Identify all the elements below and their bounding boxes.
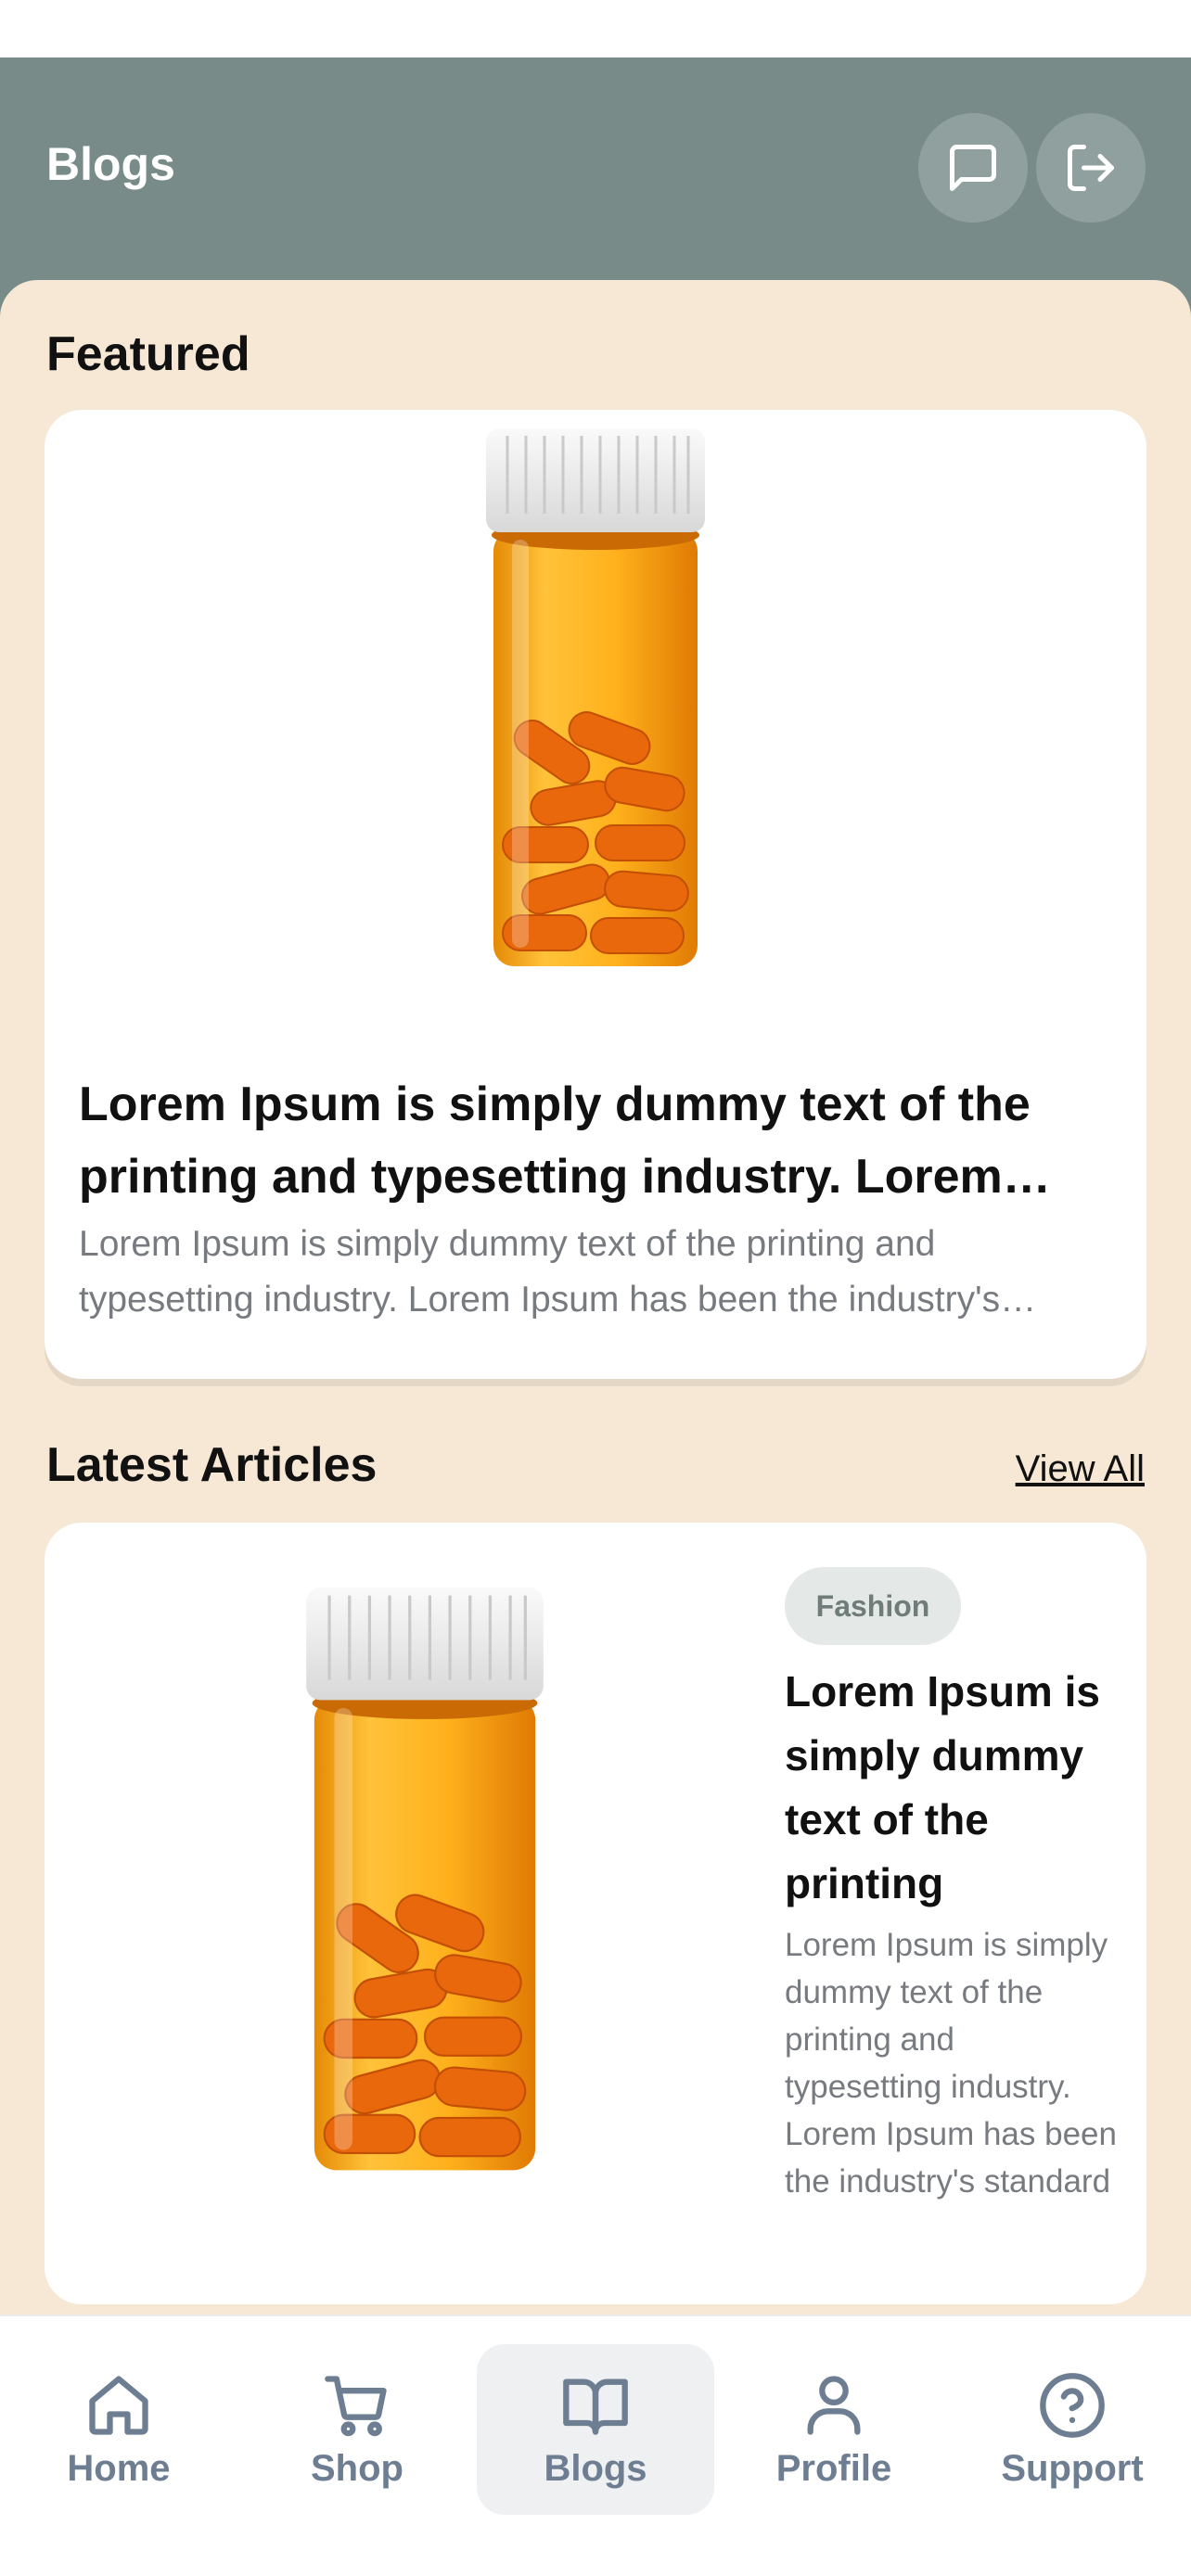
logout-button[interactable] bbox=[1036, 113, 1146, 223]
featured-card[interactable]: Lorem Ipsum is simply dummy text of the … bbox=[45, 410, 1146, 1379]
bottom-nav: Home Shop Blogs Profile Support bbox=[0, 2315, 1191, 2576]
featured-image bbox=[45, 428, 1146, 985]
chat-button[interactable] bbox=[918, 113, 1028, 223]
featured-headline: Lorem Ipsum is simply dummy text of the … bbox=[79, 1078, 1031, 1204]
user-icon bbox=[807, 2375, 861, 2435]
page-title: Blogs bbox=[46, 138, 175, 190]
pill-bottle-image bbox=[486, 428, 705, 966]
category-badge[interactable]: Fashion bbox=[785, 1567, 961, 1645]
article-card[interactable]: Fashion Lorem Ipsum is simply dummy text… bbox=[45, 1523, 1146, 2304]
article-title: Lorem Ipsum is simply dummy text of the … bbox=[785, 1667, 1100, 1907]
help-circle-icon bbox=[1040, 2372, 1105, 2438]
app-header: Blogs bbox=[0, 57, 1191, 317]
nav-profile[interactable]: Profile bbox=[715, 2344, 953, 2515]
status-bar bbox=[0, 0, 1191, 57]
home-icon bbox=[89, 2375, 148, 2435]
featured-section-title: Featured bbox=[46, 327, 250, 381]
nav-support[interactable]: Support bbox=[954, 2344, 1191, 2515]
view-all-link[interactable]: View All bbox=[1016, 1448, 1145, 1490]
nav-support-label: Support bbox=[1001, 2447, 1144, 2489]
pill-bottle-image bbox=[306, 1588, 544, 2171]
book-icon bbox=[563, 2378, 628, 2435]
nav-home-label: Home bbox=[67, 2447, 171, 2489]
blog-content: Featured Lorem Ipsum is simply dummy tex… bbox=[0, 280, 1191, 2320]
nav-blogs-label: Blogs bbox=[544, 2447, 647, 2489]
nav-home[interactable]: Home bbox=[0, 2344, 237, 2515]
nav-profile-label: Profile bbox=[775, 2447, 892, 2489]
latest-articles-title: Latest Articles bbox=[46, 1438, 378, 1492]
article-excerpt: Lorem Ipsum is simply dummy text of the … bbox=[785, 1927, 1117, 2200]
message-square-icon bbox=[950, 145, 996, 191]
cart-icon bbox=[325, 2375, 387, 2436]
nav-shop-label: Shop bbox=[311, 2447, 403, 2489]
nav-shop[interactable]: Shop bbox=[238, 2344, 476, 2515]
log-out-icon bbox=[1068, 145, 1114, 191]
featured-excerpt: Lorem Ipsum is simply dummy text of the … bbox=[79, 1224, 1001, 1320]
nav-blogs[interactable]: Blogs bbox=[477, 2344, 714, 2515]
